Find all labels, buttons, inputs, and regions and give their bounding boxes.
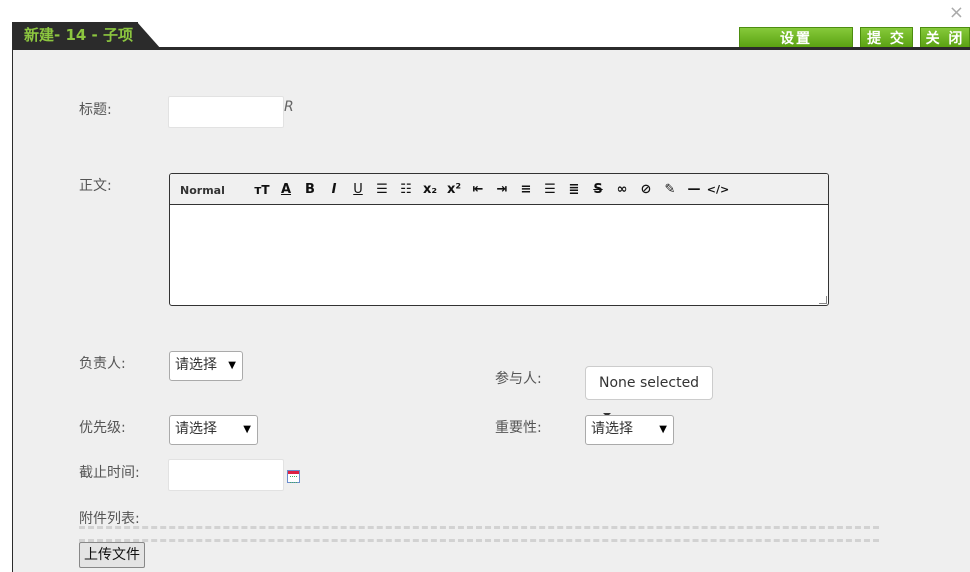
owner-select[interactable]: 请选择 ▼ xyxy=(169,351,243,381)
form-panel xyxy=(12,50,970,572)
attachment-dropzone-top xyxy=(79,526,879,529)
submit-button[interactable]: 提 交 xyxy=(860,27,913,49)
upload-file-button[interactable]: 上传文件 xyxy=(79,542,145,568)
importance-select[interactable]: 请选择 ▼ xyxy=(585,415,674,445)
link-icon[interactable]: ∞ xyxy=(610,180,634,200)
resize-handle-icon[interactable] xyxy=(819,296,827,304)
clear-format-icon[interactable]: ✎ xyxy=(658,180,682,200)
unordered-list-icon[interactable]: ☷ xyxy=(394,180,418,200)
owner-select-value: 请选择 xyxy=(175,357,217,373)
dropdown-arrow-icon: ▼ xyxy=(659,424,667,435)
title-divider xyxy=(12,47,970,50)
settings-button[interactable]: 设置 xyxy=(739,27,853,49)
rich-text-editor: Normal тT A B I U ☰ ☷ x₂ x² ⇤ ⇥ ≡ ☰ ≣ S … xyxy=(169,173,829,306)
body-label: 正文: xyxy=(79,178,112,194)
owner-label: 负责人: xyxy=(79,356,126,372)
unlink-icon[interactable]: ⊘ xyxy=(634,180,658,200)
participants-value: None selected xyxy=(599,375,700,391)
bold-icon[interactable]: B xyxy=(298,180,322,200)
font-size-icon[interactable]: тT xyxy=(250,180,274,200)
title-label: 标题: xyxy=(79,102,112,118)
align-center-icon[interactable]: ☰ xyxy=(538,180,562,200)
priority-select[interactable]: 请选择 ▼ xyxy=(169,415,258,445)
subscript-icon[interactable]: x₂ xyxy=(418,180,442,200)
superscript-icon[interactable]: x² xyxy=(442,180,466,200)
ordered-list-icon[interactable]: ☰ xyxy=(370,180,394,200)
title-tab-slant xyxy=(137,22,161,49)
italic-icon[interactable]: I xyxy=(322,180,346,200)
code-view-icon[interactable]: </> xyxy=(706,180,730,200)
participants-label: 参与人: xyxy=(495,371,542,387)
importance-label: 重要性: xyxy=(495,420,542,436)
participants-multiselect[interactable]: None selected xyxy=(585,366,713,417)
attachment-dropzone-bottom xyxy=(79,539,879,542)
deadline-input[interactable] xyxy=(168,459,284,491)
close-button[interactable]: 关 闭 xyxy=(920,27,970,49)
editor-content[interactable] xyxy=(170,205,828,305)
align-right-icon[interactable]: ≣ xyxy=(562,180,586,200)
dropdown-arrow-icon: ▼ xyxy=(243,424,251,435)
title-suffix: R xyxy=(284,99,294,115)
editor-toolbar: Normal тT A B I U ☰ ☷ x₂ x² ⇤ ⇥ ≡ ☰ ≣ S … xyxy=(170,174,828,205)
format-select[interactable]: Normal xyxy=(180,184,225,196)
title-input[interactable] xyxy=(168,96,284,128)
horizontal-rule-icon[interactable]: — xyxy=(682,180,706,200)
indent-icon[interactable]: ⇥ xyxy=(490,180,514,200)
priority-select-value: 请选择 xyxy=(175,421,217,437)
priority-label: 优先级: xyxy=(79,420,126,436)
attachments-label: 附件列表: xyxy=(79,511,140,527)
deadline-label: 截止时间: xyxy=(79,465,140,481)
align-left-icon[interactable]: ≡ xyxy=(514,180,538,200)
close-icon[interactable]: × xyxy=(949,4,964,22)
font-color-icon[interactable]: A xyxy=(274,180,298,200)
underline-icon[interactable]: U xyxy=(346,180,370,200)
outdent-icon[interactable]: ⇤ xyxy=(466,180,490,200)
window-title: 新建- 14 - 子项 xyxy=(12,22,138,49)
calendar-icon[interactable] xyxy=(287,470,300,483)
dropdown-arrow-icon: ▼ xyxy=(228,360,236,371)
strikethrough-icon[interactable]: S xyxy=(586,180,610,200)
importance-select-value: 请选择 xyxy=(591,421,633,437)
